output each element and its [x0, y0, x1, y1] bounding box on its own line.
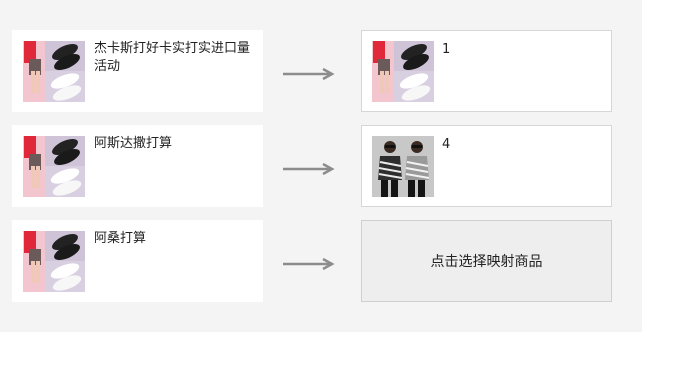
- mapped-product-card[interactable]: 1: [361, 30, 612, 112]
- tshirt-product-icon: [372, 136, 434, 197]
- shoes-product-icon: [23, 41, 85, 102]
- source-product-card: 阿斯达撒打算: [12, 125, 263, 207]
- shoes-product-icon: [372, 41, 434, 102]
- shoes-product-icon: [23, 136, 85, 197]
- source-product-card: 阿桑打算: [12, 220, 263, 302]
- source-product-title: 阿斯达撒打算: [94, 136, 173, 151]
- mapping-panel: 杰卡斯打好卡实打实进口量活动 1 阿斯达撒打算 4 阿桑打算 点击选择映射商品: [0, 0, 642, 332]
- arrow-right-icon: [283, 258, 335, 270]
- mapped-product-count: 1: [442, 42, 451, 57]
- select-mapped-product-label: 点击选择映射商品: [430, 254, 543, 270]
- source-product-title: 杰卡斯打好卡实打实进口量活动: [94, 41, 251, 74]
- mapped-product-count: 4: [442, 137, 451, 152]
- shoes-product-icon: [23, 231, 85, 292]
- source-product-title: 阿桑打算: [94, 231, 147, 246]
- arrow-right-icon: [283, 163, 335, 175]
- select-mapped-product-button[interactable]: 点击选择映射商品: [361, 220, 612, 302]
- mapped-product-card[interactable]: 4: [361, 125, 612, 207]
- arrow-right-icon: [283, 68, 335, 80]
- source-product-card: 杰卡斯打好卡实打实进口量活动: [12, 30, 263, 112]
